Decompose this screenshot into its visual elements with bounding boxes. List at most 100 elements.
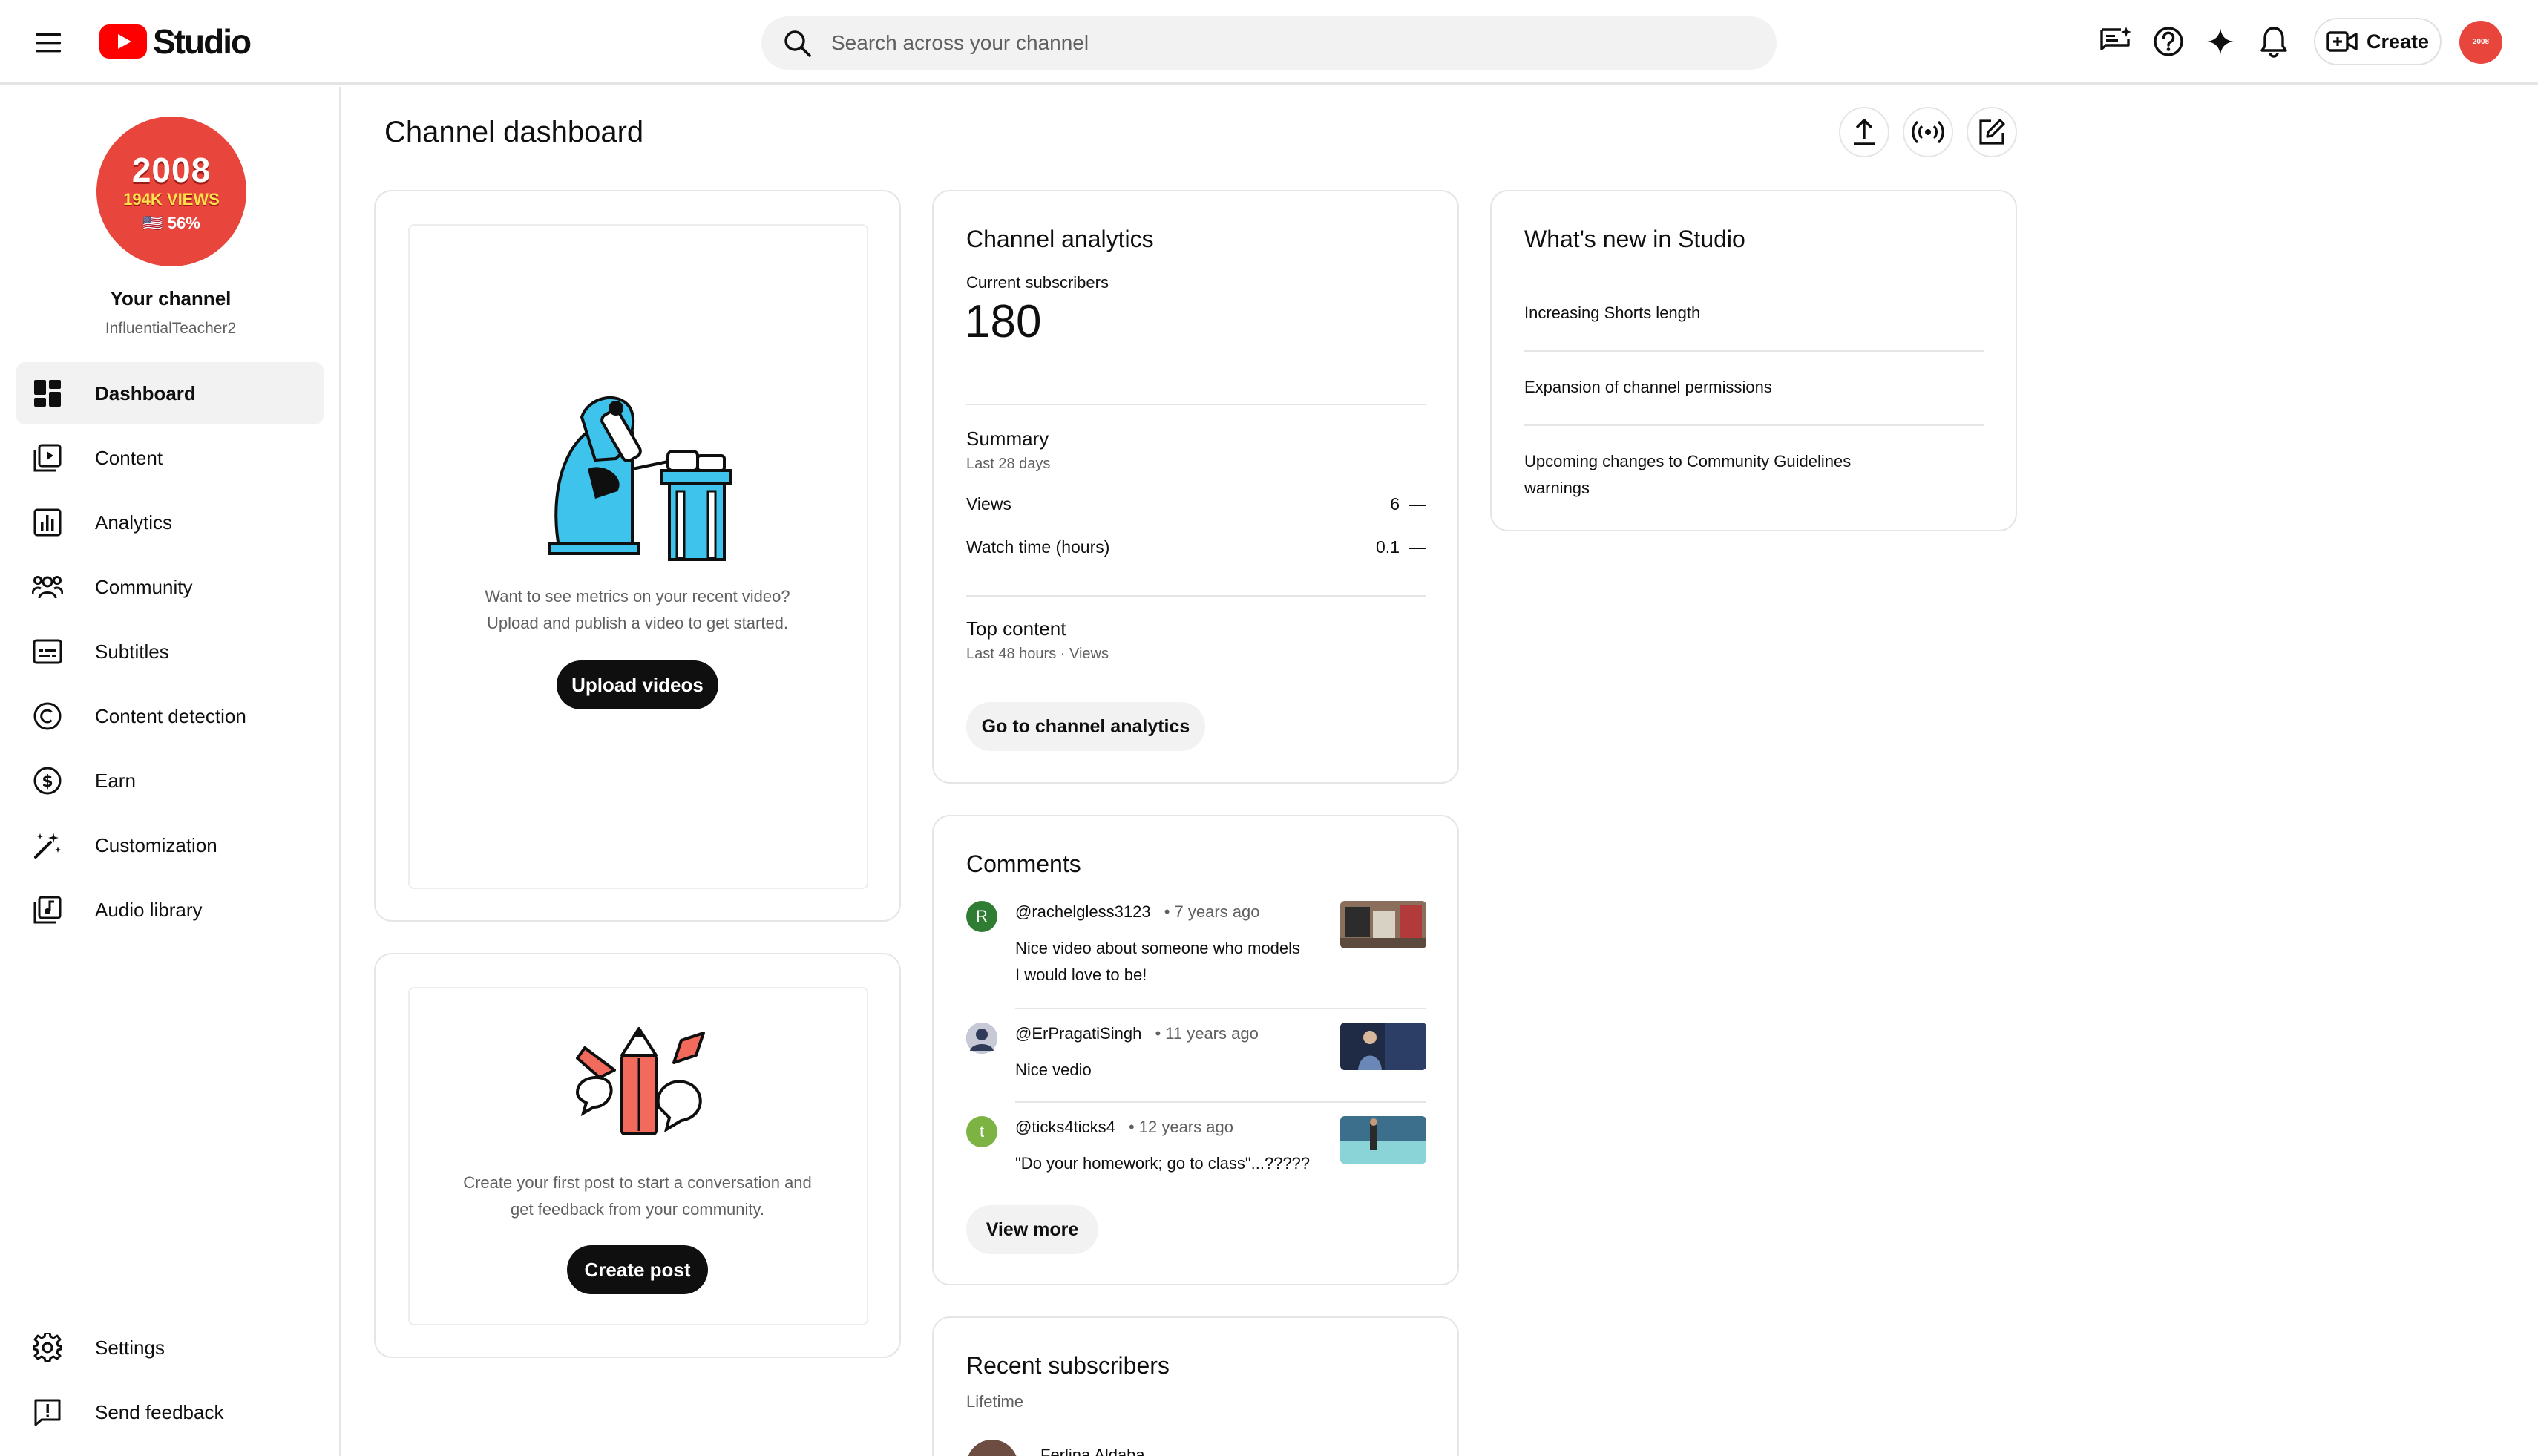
upload-card-text: Want to see metrics on your recent video… — [376, 583, 899, 637]
sidebar-item-dashboard[interactable]: Dashboard — [16, 362, 324, 424]
watch-time-value: 0.1 — [1376, 537, 1400, 557]
youtube-play-icon — [99, 24, 147, 59]
microscope-illustration — [543, 387, 736, 565]
view-more-comments-button[interactable]: View more — [966, 1205, 1098, 1254]
sidebar-item-community[interactable]: Community — [16, 556, 324, 618]
upload-videos-button[interactable]: Upload videos — [557, 660, 718, 709]
channel-avatar-views: 194K VIEWS — [123, 190, 220, 209]
comments-card: Comments R @rachelgless3123 • 7 years ag… — [932, 815, 1459, 1285]
whats-new-item[interactable]: Upcoming changes to Community Guidelines… — [1524, 448, 1984, 502]
sidebar-item-content[interactable]: Content — [16, 427, 324, 489]
dollar-icon: $ — [31, 764, 64, 797]
gear-icon — [31, 1331, 64, 1364]
comment-author[interactable]: @rachelgless3123 — [1015, 902, 1151, 921]
your-channel-label[interactable]: Your channel — [0, 287, 341, 310]
comment-time: • 11 years ago — [1155, 1024, 1259, 1043]
upload-button[interactable] — [1839, 107, 1889, 157]
sidebar-item-label: Dashboard — [95, 381, 196, 404]
search-input[interactable] — [831, 31, 1722, 55]
channel-avatar-pct: 🇺🇸 56% — [142, 214, 200, 232]
whats-new-item[interactable]: Expansion of channel permissions — [1524, 374, 1984, 401]
commenter-avatar — [966, 1023, 997, 1054]
whats-new-title: What's new in Studio — [1524, 226, 1745, 252]
sidebar-item-settings[interactable]: Settings — [16, 1316, 324, 1379]
studio-logo[interactable]: Studio — [99, 21, 252, 62]
comment-author[interactable]: @ticks4ticks4 — [1015, 1118, 1115, 1136]
comment-text: Nice vedio — [1015, 1057, 1092, 1083]
account-avatar-text: 2008 — [2472, 38, 2490, 46]
video-thumbnail[interactable] — [1340, 1023, 1426, 1070]
ai-features-button[interactable] — [2198, 19, 2243, 64]
upload-card-text-line2: Upload and publish a video to get starte… — [486, 614, 789, 632]
recent-subscribers-card: Recent subscribers Lifetime Ferlina Alda… — [932, 1316, 1459, 1456]
bell-icon — [2259, 25, 2289, 58]
community-icon — [31, 571, 64, 603]
subscriber-avatar[interactable] — [966, 1440, 1018, 1456]
account-avatar[interactable]: 2008 — [2459, 21, 2502, 64]
video-plus-icon — [2326, 30, 2358, 53]
sidebar-item-label: Content detection — [95, 704, 246, 727]
go-live-button[interactable] — [1903, 107, 1953, 157]
audio-library-icon — [31, 893, 64, 926]
sidebar-item-audio-library[interactable]: Audio library — [16, 879, 324, 941]
video-thumbnail[interactable] — [1340, 901, 1426, 948]
feedback-icon — [31, 1396, 64, 1429]
comment-item[interactable]: @ErPragatiSingh • 11 years ago Nice vedi… — [966, 1021, 1426, 1088]
views-row[interactable]: Views 6 — — [966, 494, 1426, 518]
sidebar-item-label: Settings — [95, 1336, 165, 1359]
help-button[interactable] — [2146, 19, 2191, 64]
page-title: Channel dashboard — [384, 116, 644, 148]
subscriber-name[interactable]: Ferlina Aldaba — [1040, 1446, 1145, 1456]
sidebar-item-customization[interactable]: Customization — [16, 814, 324, 876]
comment-author-line: @ErPragatiSingh • 11 years ago — [1015, 1024, 1259, 1043]
channel-analytics-card: Channel analytics Current subscribers 18… — [932, 190, 1459, 784]
video-thumbnail[interactable] — [1340, 1116, 1426, 1164]
analytics-title: Channel analytics — [966, 226, 1154, 252]
sidebar-item-label: Content — [95, 446, 163, 469]
dashboard-icon — [31, 377, 64, 410]
sidebar-item-label: Audio library — [95, 898, 203, 921]
divider — [1524, 350, 1984, 352]
comment-text-line1: Nice video about someone who models — [1015, 939, 1301, 957]
summary-period: Last 28 days — [966, 456, 1051, 472]
commenter-avatar: t — [966, 1116, 997, 1147]
pencil-speech-illustration — [570, 1026, 711, 1144]
create-button[interactable]: Create — [2314, 18, 2442, 65]
whats-new-item[interactable]: Increasing Shorts length — [1524, 300, 1984, 327]
sidebar-item-analytics[interactable]: Analytics — [16, 491, 324, 554]
create-post-button[interactable] — [1967, 107, 2017, 157]
commenter-avatar: R — [966, 901, 997, 932]
divider — [1015, 1101, 1426, 1103]
sparkle-icon — [2206, 27, 2235, 56]
divider — [966, 595, 1426, 597]
comment-item[interactable]: R @rachelgless3123 • 7 years ago Nice vi… — [966, 899, 1426, 988]
upload-card-text-line1: Want to see metrics on your recent video… — [485, 587, 790, 606]
chat-sparkle-icon — [2099, 25, 2131, 58]
summary-title: Summary — [966, 427, 1049, 450]
sidebar-item-content-detection[interactable]: Content detection — [16, 685, 324, 747]
menu-button[interactable] — [27, 21, 71, 65]
sidebar-item-label: Customization — [95, 833, 217, 856]
create-post-card-button[interactable]: Create post — [567, 1245, 708, 1294]
analytics-icon — [31, 506, 64, 539]
channel-avatar[interactable]: 2008 194K VIEWS 🇺🇸 56% — [96, 117, 246, 266]
content-icon — [31, 442, 64, 474]
creator-chat-button[interactable] — [2093, 19, 2137, 64]
upload-video-card: Want to see metrics on your recent video… — [374, 190, 901, 922]
whats-new-item-text: Expansion of channel permissions — [1524, 378, 1772, 396]
search-bar[interactable] — [761, 16, 1777, 70]
go-to-analytics-button[interactable]: Go to channel analytics — [966, 702, 1205, 751]
logo-text: Studio — [153, 22, 252, 61]
hamburger-icon — [36, 33, 62, 53]
watch-time-row[interactable]: Watch time (hours) 0.1 — — [966, 537, 1426, 561]
search-icon — [782, 28, 812, 58]
comment-author[interactable]: @ErPragatiSingh — [1015, 1024, 1141, 1043]
watch-time-label: Watch time (hours) — [966, 537, 1110, 557]
sidebar-item-label: Send feedback — [95, 1400, 224, 1423]
sidebar-item-send-feedback[interactable]: Send feedback — [16, 1381, 324, 1443]
sidebar-item-subtitles[interactable]: Subtitles — [16, 620, 324, 683]
sidebar-item-earn[interactable]: $ Earn — [16, 750, 324, 812]
magic-wand-icon — [31, 829, 64, 862]
notifications-button[interactable] — [2252, 19, 2296, 64]
comment-item[interactable]: t @ticks4ticks4 • 12 years ago "Do your … — [966, 1115, 1426, 1181]
